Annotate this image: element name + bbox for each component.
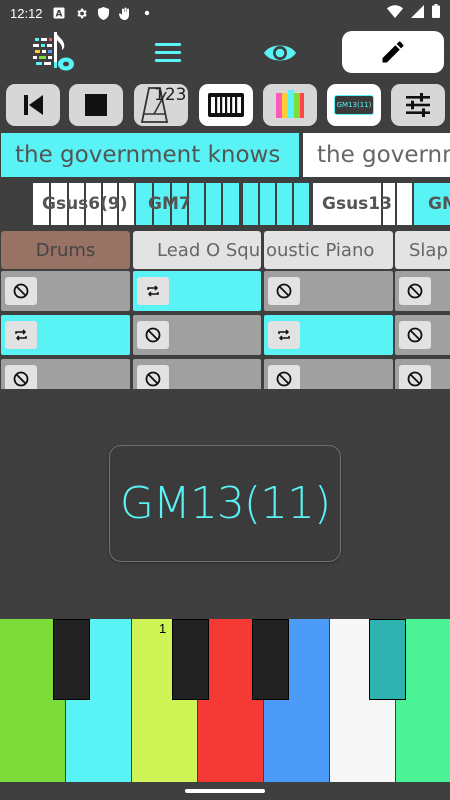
current-chord-display[interactable]: GM13(11)	[109, 445, 341, 562]
pattern-cell[interactable]	[1, 271, 130, 311]
repeat-icon	[5, 321, 37, 349]
disabled-icon	[268, 277, 300, 305]
lyric-next[interactable]: the governm	[303, 133, 450, 177]
chord-beat	[277, 183, 294, 225]
repeat-icon	[137, 277, 169, 305]
stop-icon	[85, 94, 107, 116]
toolbar: 123 GM13(11)	[0, 84, 450, 128]
track-header-drums[interactable]: Drums	[1, 231, 130, 269]
track-header-lead[interactable]: Lead O Squ	[133, 231, 261, 269]
shield-icon	[97, 6, 110, 20]
pattern-cell[interactable]	[395, 359, 450, 389]
keyboard-icon	[208, 93, 244, 117]
piano-black-key[interactable]	[53, 619, 90, 700]
chord-strip: Gsus6(9) GM7 Gsus13 GM	[0, 183, 450, 225]
track-header-slap[interactable]: Slap	[395, 231, 450, 269]
chord-label[interactable]: Gsus13	[322, 183, 392, 225]
chord-label[interactable]: Gsus6(9)	[42, 183, 128, 225]
disabled-icon	[399, 321, 431, 349]
track-headers: Drums Lead O Squ oustic Piano Slap	[0, 231, 450, 271]
chord-beat	[243, 183, 260, 225]
eye-icon	[264, 45, 296, 61]
status-bar: 12:12 A	[0, 0, 450, 26]
repeat-icon	[268, 321, 300, 349]
chord-display-icon: GM13(11)	[334, 95, 374, 115]
chord-beat	[260, 183, 277, 225]
disabled-icon	[268, 365, 300, 389]
colors-icon	[276, 90, 304, 118]
chord-beat	[206, 183, 223, 225]
pattern-cell[interactable]	[133, 359, 261, 389]
battery-icon	[432, 4, 440, 22]
metronome-count: 123	[154, 85, 187, 105]
status-time: 12:12	[10, 5, 43, 21]
settings-sliders-button[interactable]	[391, 84, 445, 126]
colors-button[interactable]	[263, 84, 317, 126]
pattern-cell[interactable]	[1, 359, 130, 389]
chord-label[interactable]: GM	[428, 183, 450, 225]
disabled-icon	[137, 321, 169, 349]
stop-button[interactable]	[69, 84, 123, 126]
font-a-icon: A	[53, 7, 66, 20]
disabled-icon	[399, 277, 431, 305]
view-button[interactable]	[262, 36, 298, 70]
app-logo[interactable]	[32, 28, 80, 74]
keyboard-button[interactable]	[199, 84, 253, 126]
disabled-icon	[5, 365, 37, 389]
chord-beat	[397, 183, 414, 225]
status-right	[387, 4, 440, 22]
wifi-icon	[387, 4, 403, 22]
menu-button[interactable]	[150, 36, 186, 68]
disabled-icon	[137, 365, 169, 389]
app-bar	[0, 28, 450, 78]
current-chord-label: GM13(11)	[119, 478, 331, 529]
track-header-piano[interactable]: oustic Piano	[264, 231, 393, 269]
sliders-icon	[406, 93, 430, 117]
pattern-cell[interactable]	[264, 359, 393, 389]
piano-keyboard: 1	[0, 619, 450, 782]
pattern-cell[interactable]	[264, 271, 393, 311]
piano-black-key[interactable]	[172, 619, 209, 700]
lyric-current[interactable]: the government knows	[1, 133, 299, 177]
svg-text:A: A	[56, 10, 63, 20]
hamburger-icon	[155, 42, 181, 46]
pattern-cell[interactable]	[133, 315, 261, 355]
pattern-grid	[0, 271, 450, 389]
lyrics-strip: the government knows the governm	[0, 133, 450, 177]
hand-icon	[118, 7, 132, 20]
pattern-cell[interactable]	[395, 271, 450, 311]
pattern-cell[interactable]	[1, 315, 130, 355]
chord-beat	[223, 183, 241, 225]
key-marker: 1	[159, 621, 167, 636]
edit-button[interactable]	[342, 31, 444, 73]
signal-icon	[411, 4, 424, 22]
pattern-cell[interactable]	[133, 271, 261, 311]
chord-beat	[294, 183, 311, 225]
skip-back-button[interactable]	[6, 84, 60, 126]
pattern-cell[interactable]	[264, 315, 393, 355]
disabled-icon	[5, 277, 37, 305]
piano-black-key[interactable]	[369, 619, 406, 700]
disabled-icon	[399, 365, 431, 389]
dot-icon	[141, 7, 154, 20]
home-indicator[interactable]	[185, 789, 265, 793]
chord-label[interactable]: GM7	[148, 183, 191, 225]
piano-black-key[interactable]	[252, 619, 289, 700]
chord-view-button[interactable]: GM13(11)	[327, 84, 381, 126]
skip-back-icon	[24, 95, 43, 115]
metronome-button[interactable]: 123	[134, 84, 188, 126]
chord-beat	[189, 183, 206, 225]
gear-icon	[75, 7, 88, 20]
pencil-icon	[382, 41, 404, 63]
pattern-cell[interactable]	[395, 315, 450, 355]
